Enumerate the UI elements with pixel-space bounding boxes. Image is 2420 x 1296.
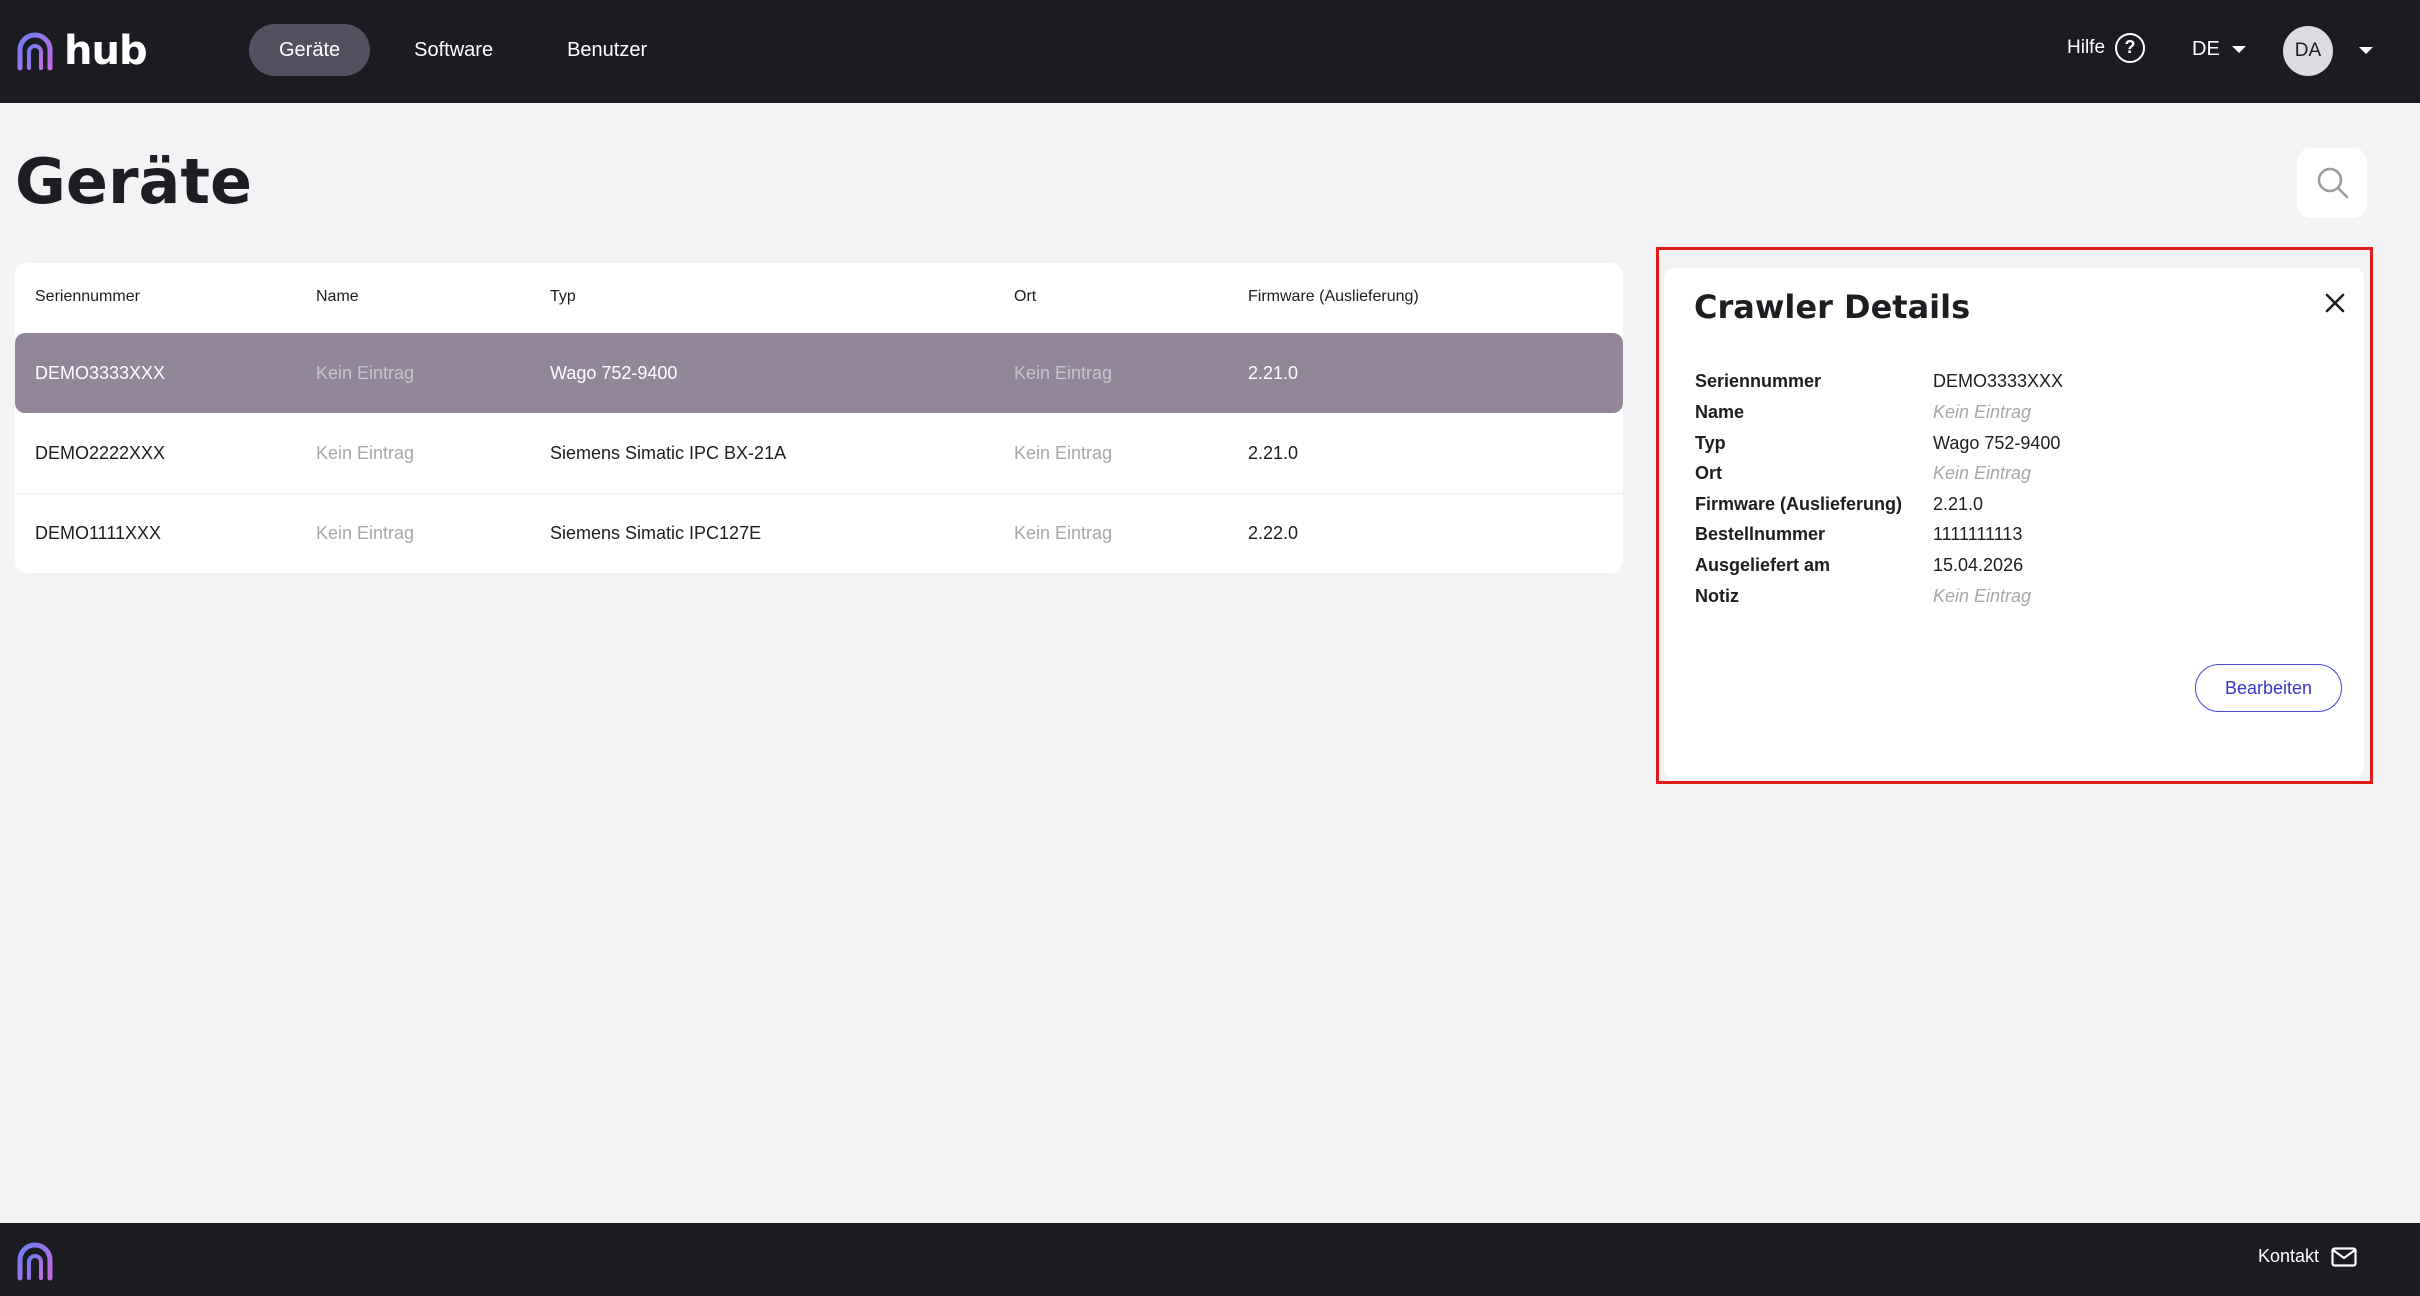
help-label: Hilfe (2067, 37, 2106, 58)
hub-logo[interactable]: hub (14, 28, 148, 74)
footer: Kontakt (0, 1223, 2420, 1296)
cell-location: Kein Eintrag (1014, 363, 1113, 383)
table-header: Seriennummer Name Typ Ort Firmware (Ausl… (15, 263, 1623, 331)
column-header-type[interactable]: Typ (550, 263, 576, 331)
language-label: DE (2192, 38, 2220, 60)
search-button[interactable] (2297, 148, 2367, 218)
detail-value: Kein Eintrag (1933, 586, 2032, 606)
detail-label: Bestellnummer (1695, 524, 1826, 544)
cell-name: Kein Eintrag (316, 443, 415, 463)
table-row[interactable]: DEMO3333XXX Kein Eintrag Wago 752-9400 K… (15, 333, 1623, 413)
detail-label: Seriennummer (1695, 371, 1822, 391)
column-header-firmware[interactable]: Firmware (Auslieferung) (1248, 263, 1419, 331)
detail-value: DEMO3333XXX (1933, 371, 2064, 391)
detail-value: 2.21.0 (1933, 494, 1984, 514)
table-row[interactable]: DEMO1111XXX Kein Eintrag Siemens Simatic… (15, 493, 1623, 573)
cell-location: Kein Eintrag (1014, 523, 1113, 543)
cell-name: Kein Eintrag (316, 363, 415, 383)
contact-label: Kontakt (2258, 1246, 2320, 1266)
details-panel: Crawler Details Seriennummer DEMO3333XXX… (1664, 268, 2364, 778)
search-icon (2317, 167, 2349, 199)
details-title: Crawler Details (1694, 288, 1971, 326)
language-select[interactable]: DE (2192, 38, 2246, 61)
cell-location: Kein Eintrag (1014, 443, 1113, 463)
cell-name: Kein Eintrag (316, 523, 415, 543)
mail-icon (2331, 1246, 2357, 1267)
cell-firmware: 2.22.0 (1248, 523, 1299, 543)
cell-type: Siemens Simatic IPC BX-21A (550, 443, 787, 463)
cell-firmware: 2.21.0 (1248, 443, 1299, 463)
column-header-serial[interactable]: Seriennummer (35, 263, 140, 331)
detail-value: Kein Eintrag (1933, 402, 2032, 422)
hub-logo-icon[interactable] (14, 1240, 56, 1282)
detail-value: 1111111113 (1933, 524, 2023, 544)
close-icon[interactable] (2320, 288, 2350, 318)
top-bar: hub Geräte Software Benutzer Hilfe ? DE … (0, 0, 2420, 103)
hub-logo-icon (17, 32, 53, 71)
page-title: Geräte (15, 145, 253, 218)
nav-item-benutzer[interactable]: Benutzer (537, 24, 677, 76)
detail-value: Kein Eintrag (1933, 463, 2032, 483)
main-nav: Geräte Software Benutzer (249, 24, 677, 76)
table-row[interactable]: DEMO2222XXX Kein Eintrag Siemens Simatic… (15, 413, 1623, 494)
detail-value: Wago 752-9400 (1933, 433, 2061, 453)
cell-serial: DEMO2222XXX (35, 443, 166, 463)
devices-table: Seriennummer Name Typ Ort Firmware (Ausl… (15, 263, 1623, 573)
column-header-location[interactable]: Ort (1014, 263, 1036, 331)
cell-type: Wago 752-9400 (550, 363, 678, 383)
detail-label: Notiz (1695, 586, 1739, 606)
nav-item-software[interactable]: Software (384, 24, 523, 76)
detail-value: 15.04.2026 (1933, 555, 2024, 575)
chevron-down-icon[interactable] (2359, 47, 2373, 54)
detail-label: Ausgeliefert am (1695, 555, 1831, 575)
help-icon: ? (2115, 33, 2146, 63)
contact-link[interactable]: Kontakt (2258, 1246, 2357, 1267)
avatar[interactable]: DA (2283, 26, 2333, 76)
detail-label: Firmware (Auslieferung) (1695, 494, 1903, 514)
cell-type: Siemens Simatic IPC127E (550, 523, 762, 543)
nav-item-geraete[interactable]: Geräte (249, 24, 371, 76)
column-header-name[interactable]: Name (316, 263, 359, 331)
detail-label: Name (1695, 402, 1745, 422)
app-name: hub (64, 28, 148, 74)
detail-label: Ort (1695, 463, 1722, 483)
chevron-down-icon (2231, 46, 2246, 53)
help-link[interactable]: Hilfe ? (2067, 33, 2146, 63)
cell-serial: DEMO1111XXX (35, 523, 162, 543)
edit-button[interactable]: Bearbeiten (2195, 664, 2342, 712)
cell-firmware: 2.21.0 (1248, 363, 1299, 383)
cell-serial: DEMO3333XXX (35, 363, 166, 383)
detail-label: Typ (1695, 433, 1726, 453)
